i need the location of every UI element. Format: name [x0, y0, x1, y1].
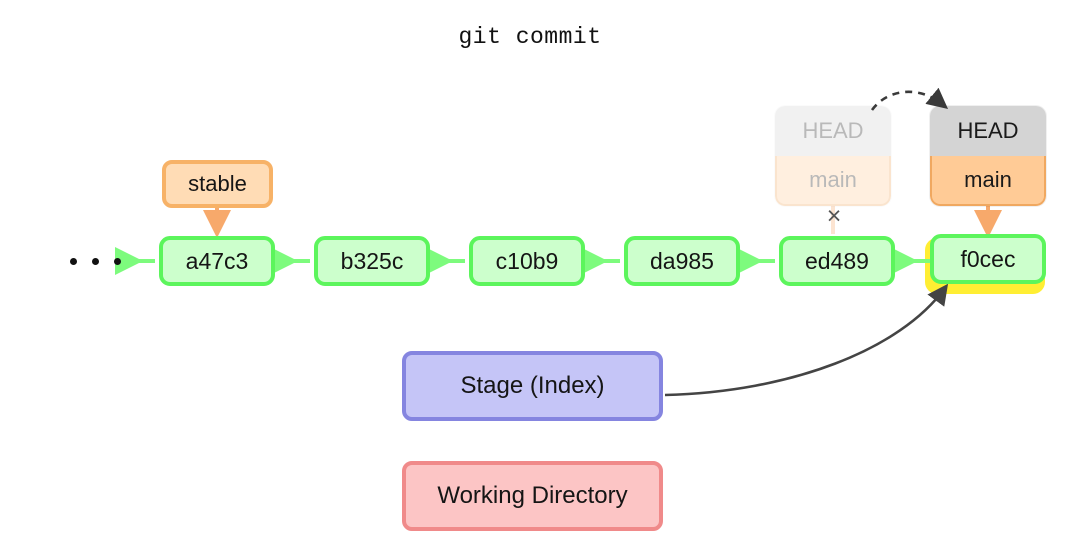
commit-node[interactable]: ed489 — [779, 236, 895, 286]
commit-node[interactable]: da985 — [624, 236, 740, 286]
commit-id: f0cec — [960, 245, 1016, 272]
previous-head-label: HEAD — [775, 106, 891, 156]
commit-id: a47c3 — [185, 247, 249, 274]
tag-label: stable — [188, 171, 247, 196]
commit-id: ed489 — [805, 247, 869, 274]
commit-node[interactable]: f0cec — [930, 234, 1046, 284]
working-directory-area[interactable]: Working Directory — [402, 461, 663, 531]
current-head-ref[interactable]: HEAD main — [930, 106, 1046, 206]
tag-stable[interactable]: stable — [162, 160, 273, 208]
commit-node[interactable]: c10b9 — [469, 236, 585, 286]
commit-node[interactable]: b325c — [314, 236, 430, 286]
previous-branch-label: main — [775, 156, 891, 206]
page-title: git commit — [458, 24, 602, 50]
earlier-commits-ellipsis — [70, 258, 121, 265]
working-directory-label: Working Directory — [437, 482, 628, 509]
stage-area[interactable]: Stage (Index) — [402, 351, 663, 421]
cross-out-icon: × — [826, 201, 842, 230]
commit-id: b325c — [340, 247, 404, 274]
stage-to-commit-arrow — [664, 283, 949, 397]
stage-label: Stage (Index) — [460, 372, 605, 399]
commit-id: da985 — [650, 247, 714, 274]
branch-label: main — [930, 156, 1046, 206]
commit-id: c10b9 — [495, 247, 559, 274]
commit-node[interactable]: a47c3 — [159, 236, 275, 286]
head-label: HEAD — [930, 106, 1046, 156]
previous-head-ref: HEAD main — [775, 106, 891, 206]
diagram-canvas: git commit a47c3 b325c c10b9 da985 ed489… — [0, 0, 1080, 557]
